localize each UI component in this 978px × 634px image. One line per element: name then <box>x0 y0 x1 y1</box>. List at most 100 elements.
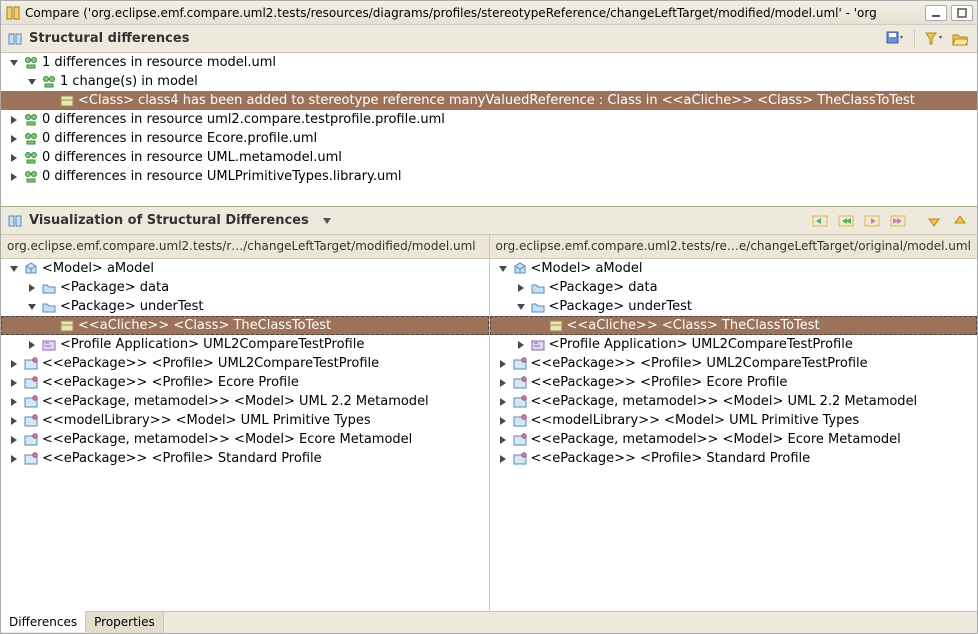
tree-label: <<ePackage, metamodel>> <Model> UML 2.2 … <box>42 392 429 411</box>
tree-twisty[interactable] <box>7 151 21 165</box>
viz-header: Visualization of Structural Differences <box>1 207 977 235</box>
folder-icon <box>530 280 546 296</box>
tree-twisty[interactable] <box>514 281 528 295</box>
tree-twisty[interactable] <box>25 75 39 89</box>
model-icon <box>512 261 528 277</box>
tree-row[interactable]: <Package> underTest <box>1 297 489 316</box>
tree-row[interactable]: 0 differences in resource Ecore.profile.… <box>1 129 977 148</box>
tree-twisty[interactable] <box>7 452 21 466</box>
tree-row[interactable]: <Package> data <box>490 278 978 297</box>
profile-icon <box>512 451 528 467</box>
maximize-button[interactable] <box>951 5 973 21</box>
profile-icon <box>512 432 528 448</box>
tree-twisty[interactable] <box>25 300 39 314</box>
profileapp-icon <box>530 337 546 353</box>
tree-twisty[interactable] <box>496 357 510 371</box>
tree-twisty[interactable] <box>25 338 39 352</box>
tree-row[interactable]: <<modelLibrary>> <Model> UML Primitive T… <box>490 411 978 430</box>
next-diff-button[interactable] <box>923 210 945 232</box>
tree-row[interactable]: <Package> underTest <box>490 297 978 316</box>
prev-diff-button[interactable] <box>949 210 971 232</box>
structural-header: Structural differences <box>1 25 977 53</box>
tree-row[interactable]: <<ePackage, metamodel>> <Model> Ecore Me… <box>1 430 489 449</box>
tree-row[interactable]: <Class> class4 has been added to stereot… <box>1 91 977 110</box>
tree-label: 0 differences in resource Ecore.profile.… <box>42 129 317 148</box>
tree-twisty[interactable] <box>7 376 21 390</box>
tree-twisty[interactable] <box>7 170 21 184</box>
tree-twisty[interactable] <box>7 433 21 447</box>
save-dropdown-button[interactable] <box>884 28 906 50</box>
tree-row[interactable]: 0 differences in resource UML.metamodel.… <box>1 148 977 167</box>
tree-row[interactable]: <<modelLibrary>> <Model> UML Primitive T… <box>1 411 489 430</box>
class-icon <box>59 318 75 334</box>
copy-right-to-left-button[interactable] <box>809 210 831 232</box>
right-tree-pane[interactable]: <Model> aModel<Package> data<Package> un… <box>490 259 978 611</box>
tree-row[interactable]: <<ePackage, metamodel>> <Model> UML 2.2 … <box>1 392 489 411</box>
tree-row[interactable]: 0 differences in resource UMLPrimitiveTy… <box>1 167 977 186</box>
tree-row[interactable]: <<aCliche>> <Class> TheClassToTest <box>490 316 978 335</box>
tree-label: <<modelLibrary>> <Model> UML Primitive T… <box>42 411 371 430</box>
tree-row[interactable]: <<ePackage, metamodel>> <Model> Ecore Me… <box>490 430 978 449</box>
tree-row[interactable]: <<ePackage>> <Profile> UML2CompareTestPr… <box>490 354 978 373</box>
tree-label: 0 differences in resource UML.metamodel.… <box>42 148 342 167</box>
tree-row[interactable]: <Model> aModel <box>490 259 978 278</box>
tree-twisty[interactable] <box>7 357 21 371</box>
tree-label: <<ePackage>> <Profile> Ecore Profile <box>531 373 788 392</box>
tree-twisty[interactable] <box>496 395 510 409</box>
tree-twisty-none <box>43 319 57 333</box>
tree-row[interactable]: <Model> aModel <box>1 259 489 278</box>
tree-label: <<aCliche>> <Class> TheClassToTest <box>78 316 331 335</box>
tree-label: <Package> underTest <box>549 297 692 316</box>
tree-row[interactable]: <Profile Application> UML2CompareTestPro… <box>490 335 978 354</box>
tree-row[interactable]: 1 change(s) in model <box>1 72 977 91</box>
tree-row[interactable]: <<ePackage>> <Profile> Standard Profile <box>1 449 489 468</box>
profile-icon <box>23 356 39 372</box>
copy-all-left-to-right-button[interactable] <box>887 210 909 232</box>
open-folder-button[interactable] <box>949 28 971 50</box>
tree-row[interactable]: 0 differences in resource uml2.compare.t… <box>1 110 977 129</box>
tree-row[interactable]: <<ePackage, metamodel>> <Model> UML 2.2 … <box>490 392 978 411</box>
diff-icon <box>23 169 39 185</box>
tree-twisty[interactable] <box>496 414 510 428</box>
class-icon <box>548 318 564 334</box>
tree-label: <Class> class4 has been added to stereot… <box>78 91 915 110</box>
tree-label: <Package> data <box>60 278 169 297</box>
diff-icon <box>23 150 39 166</box>
viz-title: Visualization of Structural Differences <box>29 213 309 228</box>
tree-row[interactable]: <Profile Application> UML2CompareTestPro… <box>1 335 489 354</box>
tree-row[interactable]: <<aCliche>> <Class> TheClassToTest <box>1 316 489 335</box>
structural-tree-pane[interactable]: 1 differences in resource model.uml1 cha… <box>1 53 977 207</box>
filter-dropdown-button[interactable] <box>923 28 945 50</box>
tree-twisty[interactable] <box>7 414 21 428</box>
tree-twisty[interactable] <box>7 113 21 127</box>
tree-twisty[interactable] <box>496 433 510 447</box>
tree-twisty[interactable] <box>7 395 21 409</box>
copy-all-right-to-left-button[interactable] <box>835 210 857 232</box>
tree-twisty[interactable] <box>496 376 510 390</box>
viz-icon <box>7 213 23 229</box>
tree-row[interactable]: <<ePackage>> <Profile> UML2CompareTestPr… <box>1 354 489 373</box>
viz-menu-chevron-icon[interactable] <box>319 213 335 229</box>
tree-twisty[interactable] <box>25 281 39 295</box>
copy-left-to-right-button[interactable] <box>861 210 883 232</box>
tree-twisty[interactable] <box>7 262 21 276</box>
minimize-button[interactable] <box>925 5 947 21</box>
profile-icon <box>512 356 528 372</box>
tree-twisty[interactable] <box>496 262 510 276</box>
tree-twisty[interactable] <box>514 338 528 352</box>
tree-row[interactable]: <Package> data <box>1 278 489 297</box>
tree-twisty[interactable] <box>7 56 21 70</box>
tab-properties[interactable]: Properties <box>86 612 164 633</box>
right-path: org.eclipse.emf.compare.uml2.tests/re…e/… <box>490 235 978 258</box>
tree-twisty[interactable] <box>496 452 510 466</box>
tab-differences[interactable]: Differences <box>1 611 86 632</box>
tree-twisty[interactable] <box>514 300 528 314</box>
tree-twisty[interactable] <box>7 132 21 146</box>
profile-icon <box>23 413 39 429</box>
tree-row[interactable]: 1 differences in resource model.uml <box>1 53 977 72</box>
left-tree-pane[interactable]: <Model> aModel<Package> data<Package> un… <box>1 259 490 611</box>
diff-icon <box>23 55 39 71</box>
tree-row[interactable]: <<ePackage>> <Profile> Ecore Profile <box>490 373 978 392</box>
tree-row[interactable]: <<ePackage>> <Profile> Ecore Profile <box>1 373 489 392</box>
tree-row[interactable]: <<ePackage>> <Profile> Standard Profile <box>490 449 978 468</box>
